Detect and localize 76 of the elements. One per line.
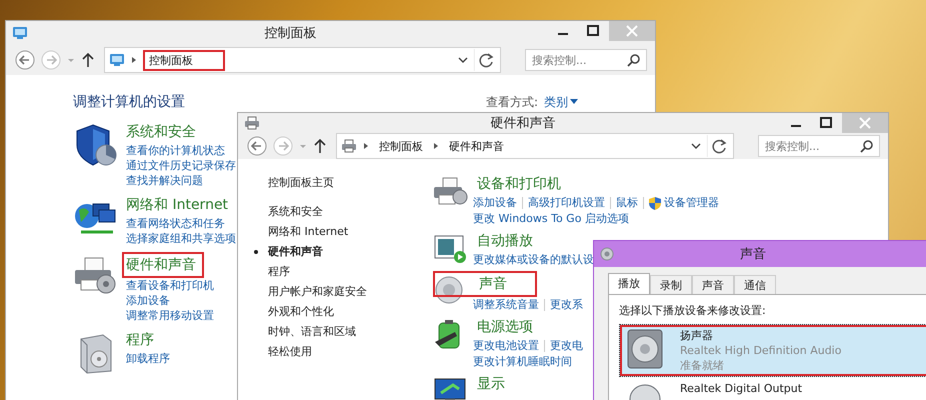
breadcrumb-item[interactable]: 控制面板	[375, 136, 427, 156]
task-link[interactable]: 查看网络状态和任务	[126, 216, 236, 231]
search-icon[interactable]	[627, 53, 641, 67]
printer-icon	[244, 116, 260, 130]
tab[interactable]: 录制	[650, 275, 692, 295]
task-link[interactable]: 更改 Windows To Go 启动选项	[473, 211, 629, 227]
autoplay-icon	[433, 234, 469, 264]
address-bar[interactable]: 控制面板	[104, 47, 501, 73]
nav-link[interactable]: 轻松使用	[254, 342, 312, 362]
window-title: 硬件和声音	[490, 115, 556, 132]
breadcrumb-item[interactable]: 硬件和声音	[445, 136, 508, 156]
task-link[interactable]: 查看设备和打印机	[126, 278, 214, 293]
task-link[interactable]: 查找并解决问题	[126, 173, 236, 188]
task-link[interactable]: 更改电	[550, 338, 583, 354]
task-link[interactable]: 更改媒体或设备的默认设	[473, 252, 594, 268]
section-link[interactable]: 自动播放	[473, 230, 537, 252]
task-link[interactable]: 鼠标	[616, 195, 638, 211]
section-link[interactable]: 显示	[473, 373, 509, 395]
view-by-label: 查看方式:	[486, 94, 538, 110]
instruction-text: 选择以下播放设备来修改设置:	[619, 303, 767, 318]
category-link[interactable]: 网络和 Internet	[122, 194, 232, 216]
task-link[interactable]: 卸载程序	[126, 351, 170, 366]
tab[interactable]: 通信	[734, 275, 776, 295]
nav-link[interactable]: 控制面板主页	[254, 173, 334, 193]
window-title: 声音	[739, 246, 767, 263]
category-link[interactable]: 硬件和声音	[122, 252, 204, 278]
nav-link[interactable]: 网络和 Internet	[254, 222, 348, 242]
page-heading: 调整计算机的设置	[73, 93, 185, 111]
task-link[interactable]: 高级打印机设置	[528, 195, 605, 211]
search-field[interactable]: 搜索控制...	[525, 49, 647, 71]
task-link[interactable]: 通过文件历史记录保存	[126, 158, 236, 173]
task-link[interactable]: 调整常用移动设置	[126, 308, 214, 323]
category-link[interactable]: 系统和安全	[122, 121, 200, 143]
tab[interactable]: 播放	[608, 273, 650, 295]
nav-link[interactable]: 时钟、语言和区域	[254, 322, 356, 342]
task-link[interactable]: 更改电池设置	[473, 338, 539, 354]
task-link[interactable]: 设备管理器	[649, 195, 719, 211]
bullet-icon	[254, 250, 258, 254]
back-icon[interactable]	[14, 49, 36, 71]
nav-link[interactable]: 硬件和声音	[254, 242, 323, 262]
tab[interactable]: 声音	[692, 275, 734, 295]
section-link[interactable]: 声音	[433, 271, 537, 297]
search-field[interactable]: 搜索控制...	[758, 135, 880, 157]
shield-icon	[649, 196, 661, 210]
device-driver: Realtek High Definition Audio	[680, 343, 842, 358]
task-link[interactable]: 更改计算机睡眠时间	[473, 354, 572, 370]
nav-link[interactable]: 外观和个性化	[254, 302, 334, 322]
nav-link[interactable]: 程序	[254, 262, 290, 282]
device-item[interactable]: 扬声器 Realtek High Definition Audio 准备就绪	[619, 324, 926, 377]
breadcrumb-item[interactable]: 控制面板	[143, 50, 225, 70]
device-status: 准备就绪	[680, 358, 725, 373]
view-by-dropdown[interactable]: 类别	[544, 94, 578, 110]
device-name: 扬声器	[680, 328, 714, 343]
task-link[interactable]: 添加设备	[473, 195, 517, 211]
nav-link[interactable]: 用户帐户和家庭安全	[254, 282, 367, 302]
task-link[interactable]: 查看你的计算机状态	[126, 143, 236, 158]
printer-icon	[433, 177, 469, 207]
nav-link[interactable]: 系统和安全	[254, 202, 323, 222]
device-item[interactable]: Realtek Digital Output	[619, 377, 926, 400]
printer-icon	[341, 139, 357, 153]
address-bar[interactable]: 控制面板 硬件和声音	[336, 133, 734, 159]
device-name: Realtek Digital Output	[680, 381, 802, 396]
search-icon[interactable]	[860, 139, 874, 153]
section-link[interactable]: 设备和打印机	[473, 173, 565, 195]
task-link[interactable]: 更改系	[550, 297, 583, 313]
task-link[interactable]: 添加设备	[126, 293, 214, 308]
control-panel-icon	[12, 26, 28, 40]
task-link[interactable]: 选择家庭组和共享选项	[126, 231, 236, 246]
task-link[interactable]: 调整系统音量	[473, 297, 539, 313]
category-link[interactable]: 程序	[122, 329, 158, 351]
section-link[interactable]: 电源选项	[473, 316, 537, 338]
control-panel-icon	[109, 53, 125, 67]
caret-icon	[570, 99, 578, 105]
window-title: 控制面板	[264, 25, 318, 42]
speaker-icon	[600, 247, 614, 261]
back-icon[interactable]	[246, 135, 268, 157]
